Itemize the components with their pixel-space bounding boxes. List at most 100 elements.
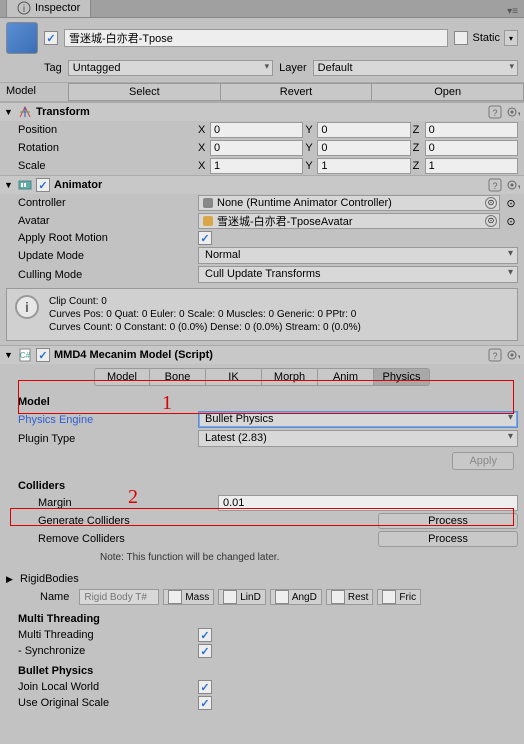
tab-physics[interactable]: Physics <box>374 368 430 386</box>
select-button[interactable]: Select <box>68 83 221 101</box>
rest-checkbox[interactable] <box>331 590 345 604</box>
svg-text:i: i <box>23 4 25 15</box>
script-icon: C# <box>18 348 32 362</box>
rigidbodies-foldout[interactable]: ▶ <box>6 574 16 585</box>
rot-y-input[interactable] <box>317 140 410 156</box>
tab-model[interactable]: Model <box>94 368 150 386</box>
rigidbodies-header: RigidBodies <box>20 573 79 585</box>
sync-checkbox[interactable] <box>198 644 212 658</box>
tab-context-icon[interactable]: ▾≡ <box>501 6 524 17</box>
static-checkbox[interactable] <box>454 31 468 45</box>
colliders-header: Colliders <box>0 474 524 494</box>
transform-foldout[interactable]: ▼ <box>4 107 14 117</box>
physics-engine-label: Physics Engine <box>18 414 198 426</box>
pos-y-input[interactable] <box>317 122 410 138</box>
scale-x-input[interactable] <box>210 158 303 174</box>
object-name-input[interactable] <box>64 29 448 47</box>
svg-text:?: ? <box>492 181 497 191</box>
svg-text:?: ? <box>492 351 497 361</box>
plugin-type-label: Plugin Type <box>18 433 198 445</box>
runtime-controller-icon <box>203 198 213 208</box>
animator-icon <box>18 178 32 192</box>
rb-name-input[interactable] <box>79 589 159 605</box>
culling-mode-dropdown[interactable]: Cull Update Transforms <box>198 266 518 283</box>
controller-label: Controller <box>18 197 198 209</box>
uos-checkbox[interactable] <box>198 696 212 710</box>
avatar-label: Avatar <box>18 215 198 227</box>
static-dropdown[interactable]: ▾ <box>504 30 518 46</box>
layer-dropdown[interactable]: Default <box>313 60 518 76</box>
inspector-tab[interactable]: i Inspector <box>6 0 91 17</box>
margin-input[interactable] <box>218 495 518 511</box>
help-icon[interactable]: ? <box>488 178 502 192</box>
help-icon[interactable]: ? <box>488 348 502 362</box>
gameobject-icon <box>6 22 38 54</box>
pos-x-input[interactable] <box>210 122 303 138</box>
open-button[interactable]: Open <box>372 83 524 101</box>
tag-label: Tag <box>44 62 62 74</box>
controller-field[interactable]: None (Runtime Animator Controller)⊙ <box>198 195 500 211</box>
svg-text:?: ? <box>492 108 497 118</box>
uos-label: Use Original Scale <box>18 697 198 709</box>
gear-icon[interactable]: ▾ <box>506 178 520 192</box>
remove-process-button[interactable]: Process <box>378 531 518 547</box>
svg-text:▾: ▾ <box>518 184 520 191</box>
apply-button[interactable]: Apply <box>452 452 514 470</box>
revert-button[interactable]: Revert <box>221 83 373 101</box>
tab-ik[interactable]: IK <box>206 368 262 386</box>
plugin-type-dropdown[interactable]: Latest (2.83) <box>198 430 518 447</box>
object-picker-icon[interactable]: ⊙ <box>485 197 497 209</box>
apply-root-checkbox[interactable] <box>198 231 212 245</box>
revert-icon[interactable]: ⊙ <box>504 215 518 228</box>
tab-title: Inspector <box>35 2 80 14</box>
help-icon[interactable]: ? <box>488 105 502 119</box>
info-icon: i <box>17 1 31 15</box>
position-label: Position <box>18 124 198 136</box>
avatar-field[interactable]: 雪迷城-白亦君-TposeAvatar⊙ <box>198 213 500 229</box>
lind-checkbox[interactable] <box>223 590 237 604</box>
enabled-checkbox[interactable] <box>44 31 58 45</box>
static-label: Static <box>472 32 500 44</box>
animator-title: Animator <box>54 179 484 191</box>
svg-text:▾: ▾ <box>518 111 520 118</box>
generate-process-button[interactable]: Process <box>378 513 518 529</box>
culling-mode-label: Culling Mode <box>18 269 198 281</box>
jlw-checkbox[interactable] <box>198 680 212 694</box>
rot-x-input[interactable] <box>210 140 303 156</box>
margin-label: Margin <box>18 497 178 509</box>
generate-colliders-label: Generate Colliders <box>18 515 178 527</box>
fric-checkbox[interactable] <box>382 590 396 604</box>
animator-foldout[interactable]: ▼ <box>4 180 14 190</box>
bullet-header: Bullet Physics <box>0 659 524 679</box>
mass-checkbox[interactable] <box>168 590 182 604</box>
angd-checkbox[interactable] <box>275 590 289 604</box>
scale-y-input[interactable] <box>317 158 410 174</box>
multithread-header: Multi Threading <box>0 607 524 627</box>
mt-checkbox[interactable] <box>198 628 212 642</box>
rotation-label: Rotation <box>18 142 198 154</box>
scale-label: Scale <box>18 160 198 172</box>
tab-bone[interactable]: Bone <box>150 368 206 386</box>
animator-enabled-checkbox[interactable] <box>36 178 50 192</box>
svg-text:▾: ▾ <box>518 354 520 361</box>
rot-z-input[interactable] <box>425 140 518 156</box>
scale-z-input[interactable] <box>425 158 518 174</box>
mt-label: Multi Threading <box>18 629 198 641</box>
tab-morph[interactable]: Morph <box>262 368 318 386</box>
mmd-title: MMD4 Mecanim Model (Script) <box>54 349 484 361</box>
object-picker-icon[interactable]: ⊙ <box>485 215 497 227</box>
apply-root-label: Apply Root Motion <box>18 232 198 244</box>
note-text: Note: This function will be changed late… <box>0 548 524 571</box>
mmd-foldout[interactable]: ▼ <box>4 350 14 360</box>
gear-icon[interactable]: ▾ <box>506 105 520 119</box>
rb-name-label: Name <box>40 591 69 603</box>
pos-z-input[interactable] <box>425 122 518 138</box>
tag-dropdown[interactable]: Untagged <box>68 60 273 76</box>
gear-icon[interactable]: ▾ <box>506 348 520 362</box>
update-mode-dropdown[interactable]: Normal <box>198 247 518 264</box>
revert-icon[interactable]: ⊙ <box>504 197 518 210</box>
transform-icon <box>18 105 32 119</box>
tab-anim[interactable]: Anim <box>318 368 374 386</box>
physics-engine-dropdown[interactable]: Bullet Physics <box>198 411 518 428</box>
mmd-enabled-checkbox[interactable] <box>36 348 50 362</box>
